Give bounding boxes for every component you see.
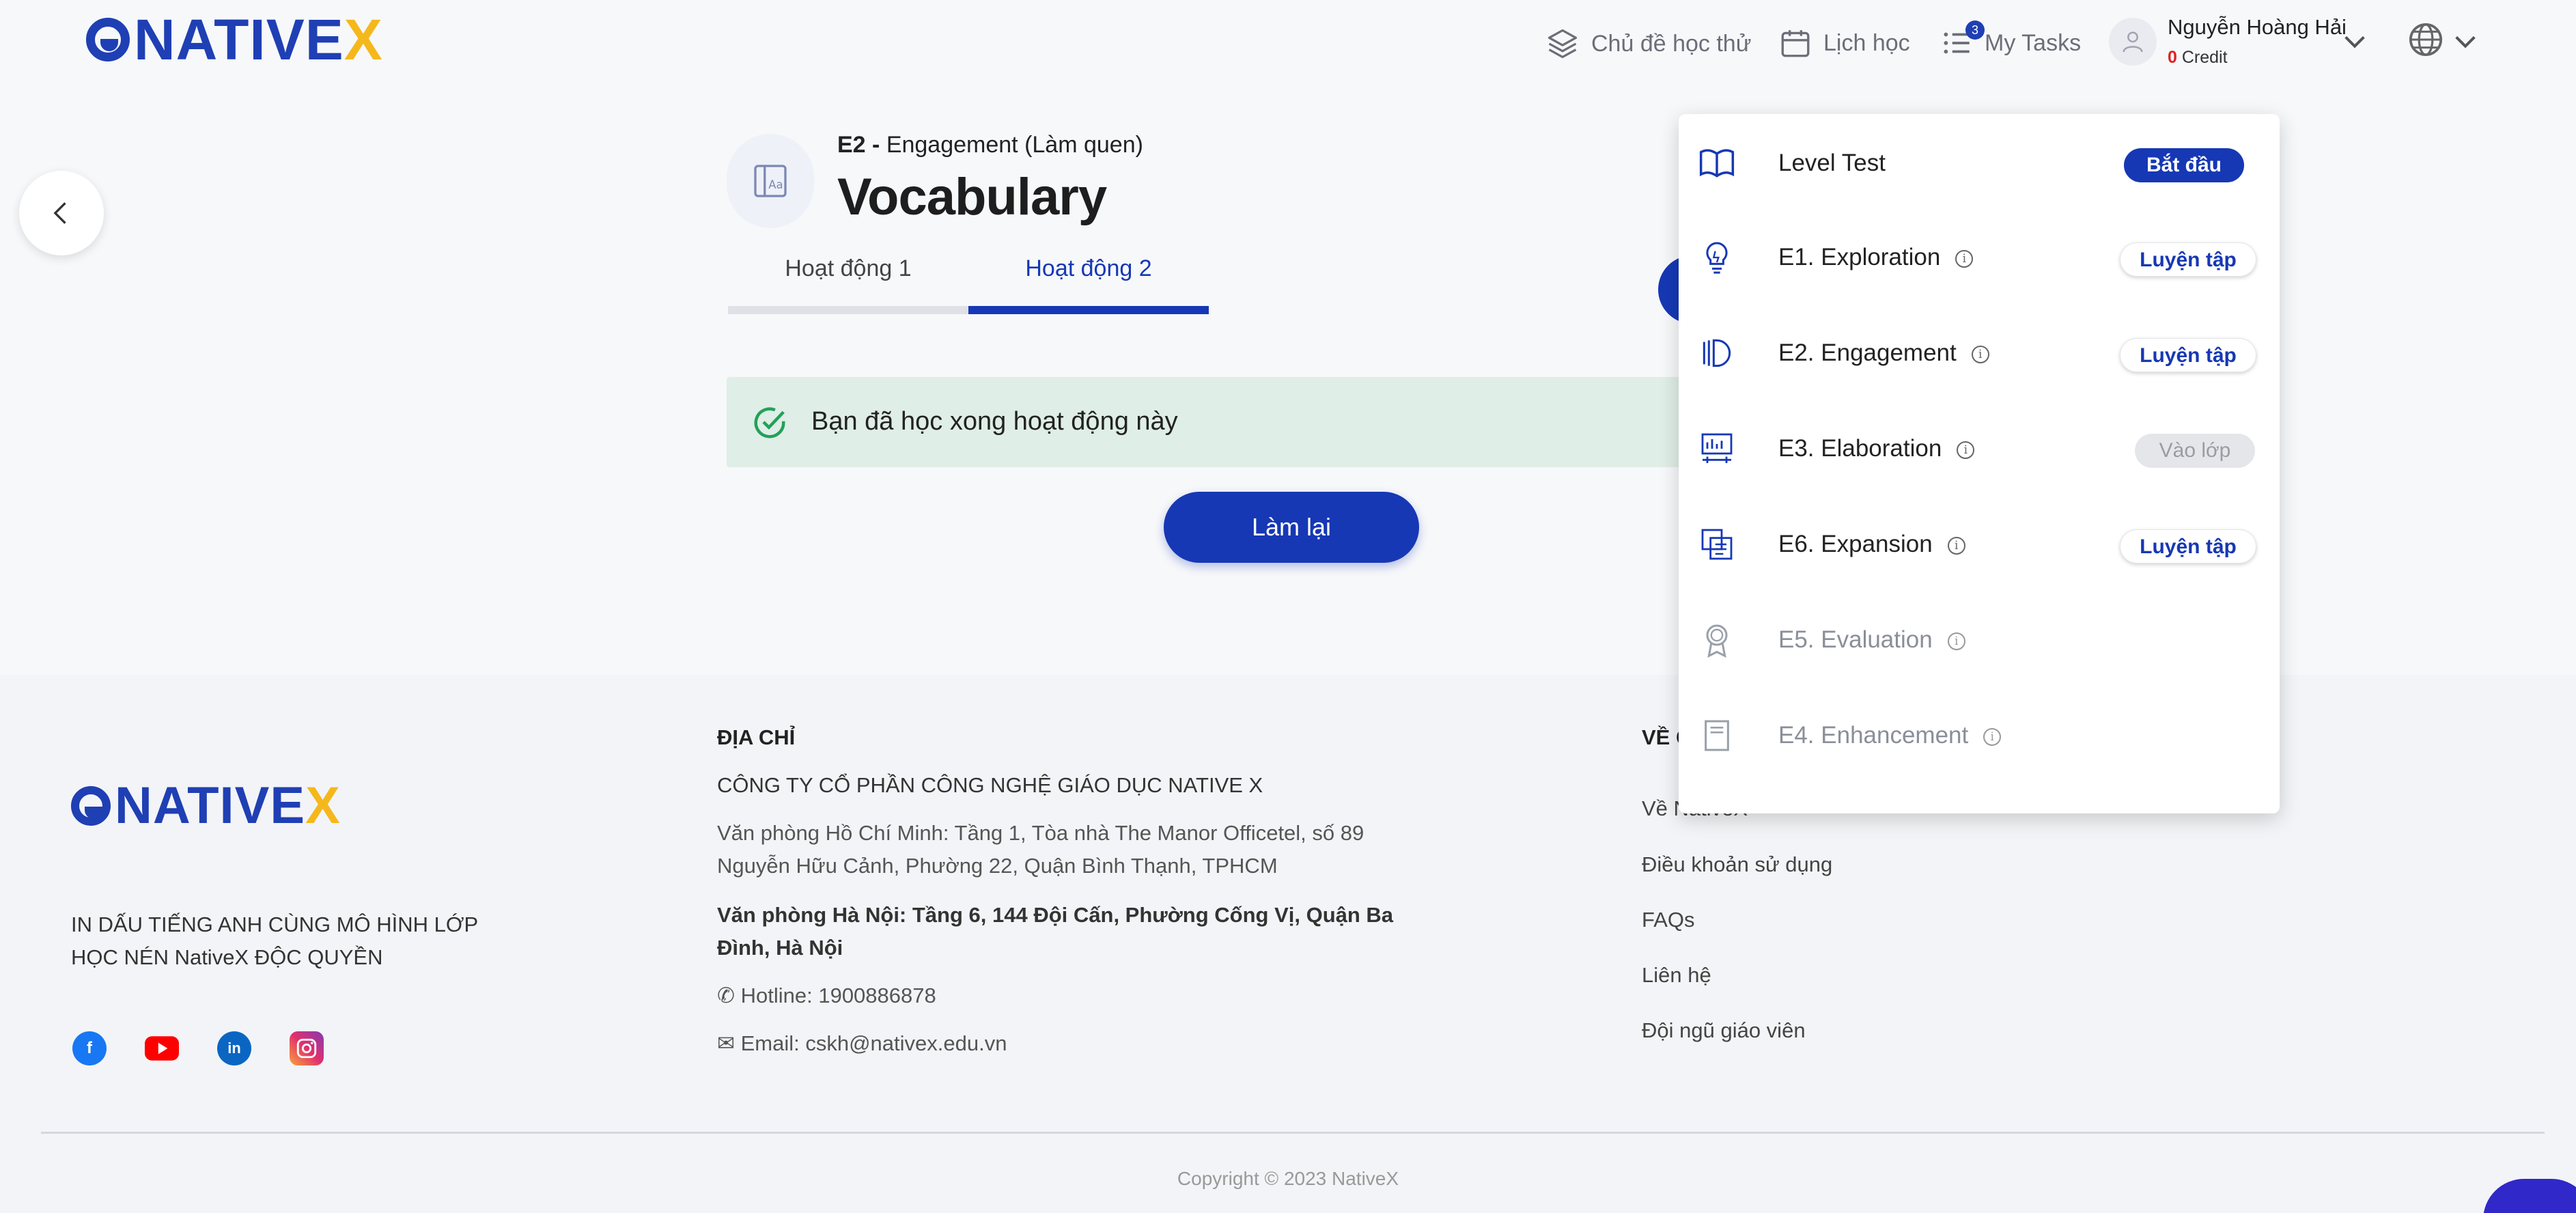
mail-icon: ✉ (717, 1031, 735, 1055)
check-circle-icon (754, 407, 785, 438)
footer-logo-text: NATIVEX (115, 777, 341, 835)
globe-icon[interactable] (2407, 20, 2445, 59)
footer-link-contact[interactable]: Liên hệ (1642, 963, 1711, 988)
hotline[interactable]: ✆ Hotline: 1900886878 (717, 979, 936, 1012)
dropdown-item-e6[interactable]: E6. Expansion i Luyện tập (1679, 510, 2280, 578)
email[interactable]: ✉ Email: cskh@nativex.edu.vn (717, 1027, 1007, 1060)
phone-icon: ✆ (717, 984, 735, 1007)
address-heading: ĐỊA CHỈ (717, 725, 796, 749)
award-medal-icon (1706, 624, 1728, 658)
classroom-board-icon (1701, 433, 1733, 463)
user-name[interactable]: Nguyễn Hoàng Hải (2168, 15, 2347, 40)
book-bookmark-icon (1703, 339, 1731, 367)
nativex-logo[interactable]: NATIVEX (86, 11, 383, 68)
dropdown-item-label: E6. Expansion i (1778, 531, 1965, 558)
footer-link-teachers[interactable]: Đội ngũ giáo viên (1642, 1018, 1806, 1043)
facebook-icon[interactable]: f (72, 1031, 107, 1065)
dropdown-item-label: E5. Evaluation i (1778, 626, 1965, 654)
tasks-count-badge: 3 (1965, 20, 1985, 40)
language-chevron-icon[interactable] (2452, 31, 2479, 52)
completion-alert: Bạn đã học xong hoạt động này (727, 377, 1696, 467)
instagram-icon[interactable] (290, 1031, 324, 1065)
footer-logo[interactable]: NATIVEX (71, 780, 341, 832)
nav-schedule-label: Lịch học (1823, 29, 1910, 56)
nav-trial-topics[interactable]: Chủ đề học thử (1545, 26, 1751, 61)
user-credit: 0 Credit (2168, 48, 2228, 67)
practice-button[interactable]: Luyện tập (2120, 242, 2256, 277)
documents-stack-icon (1701, 529, 1733, 560)
nav-my-tasks-label: My Tasks (1985, 29, 2082, 56)
dropdown-item-label: E3. Elaboration i (1778, 435, 1975, 462)
notebook-icon (1705, 720, 1729, 751)
info-icon[interactable]: i (1947, 632, 1965, 650)
tab-activity-1[interactable]: Hoạt động 1 (728, 255, 968, 282)
tab-activity-1-indicator (728, 306, 968, 314)
nav-schedule[interactable]: Lịch học (1778, 26, 1910, 60)
dropdown-item-level-test[interactable]: Level Test Bắt đầu (1679, 129, 2280, 197)
nav-trial-topics-label: Chủ đề học thử (1591, 30, 1752, 57)
info-icon[interactable]: i (1971, 346, 1989, 363)
vocabulary-book-icon: Aa (727, 134, 814, 228)
dropdown-item-label: E4. Enhancement i (1778, 722, 2002, 749)
footer-divider (41, 1132, 2545, 1134)
calendar-icon (1781, 30, 1810, 57)
dropdown-item-e2[interactable]: E2. Engagement i Luyện tập (1679, 319, 2280, 387)
completion-message: Bạn đã học xong hoạt động này (811, 407, 1178, 436)
tab-activity-2-indicator (968, 306, 1209, 314)
footer-slogan: IN DẤU TIẾNG ANH CÙNG MÔ HÌNH LỚP HỌC NÉN… (71, 912, 479, 969)
chevron-down-icon[interactable] (2341, 31, 2368, 52)
open-book-icon (1699, 149, 1735, 178)
company-name: CÔNG TY CỔ PHẦN CÔNG NGHỆ GIÁO DỤC NATIV… (717, 773, 1263, 797)
page-title: Vocabulary (837, 168, 1107, 226)
footer-link-faqs[interactable]: FAQs (1642, 908, 1695, 932)
logo-mark-icon (86, 18, 130, 61)
lesson-phase: E2 - Engagement (Làm quen) (837, 132, 1143, 158)
dropdown-item-e1[interactable]: E1. Exploration i Luyện tập (1679, 223, 2280, 292)
join-class-button[interactable]: Vào lớp (2135, 434, 2255, 468)
header-bar: NATIVEX Chủ đề học thử Lịch học My Tasks… (0, 0, 2576, 98)
dropdown-item-e5[interactable]: E5. Evaluation i (1679, 606, 2280, 674)
dropdown-item-label: E2. Engagement i (1778, 339, 1989, 367)
dropdown-item-e4[interactable]: E4. Enhancement i (1679, 701, 2280, 770)
chevron-left-icon (53, 202, 66, 224)
avatar[interactable] (2109, 18, 2157, 66)
dropdown-item-label: E1. Exploration i (1778, 244, 1974, 271)
dropdown-item-label: Level Test (1778, 150, 1886, 176)
info-icon[interactable]: i (1983, 728, 2002, 746)
linkedin-icon[interactable]: in (217, 1031, 251, 1065)
hanoi-office: Văn phòng Hà Nội: Tầng 6, 144 Đội Cấn, P… (717, 903, 1394, 960)
hcm-office: Văn phòng Hồ Chí Minh: Tầng 1, Tòa nhà T… (717, 821, 1364, 878)
course-dropdown-panel: Level Test Bắt đầu E1. Exploration i Luyệ… (1679, 114, 2280, 813)
tab-activity-2[interactable]: Hoạt động 2 (968, 255, 1209, 282)
logo-text: NATIVEX (134, 8, 383, 72)
practice-button[interactable]: Luyện tập (2120, 529, 2256, 563)
info-icon[interactable]: i (1947, 537, 1965, 555)
dropdown-item-e3[interactable]: E3. Elaboration i Vào lớp (1679, 415, 2280, 483)
footer-link-terms[interactable]: Điều khoản sử dụng (1642, 852, 1832, 877)
back-button[interactable] (19, 171, 104, 255)
svg-text:Aa: Aa (768, 178, 783, 191)
nav-my-tasks[interactable]: My Tasks (1940, 26, 2081, 60)
copyright: Copyright © 2023 NativeX (1177, 1168, 1399, 1189)
layers-icon (1548, 29, 1578, 59)
start-button[interactable]: Bắt đầu (2124, 148, 2244, 182)
lightbulb-icon (1706, 242, 1728, 274)
practice-button[interactable]: Luyện tập (2120, 338, 2256, 372)
youtube-icon[interactable] (145, 1031, 179, 1065)
redo-button[interactable]: Làm lại (1164, 492, 1419, 563)
info-icon[interactable]: i (1957, 441, 1975, 459)
info-icon[interactable]: i (1955, 250, 1974, 268)
footer-logo-mark-icon (71, 786, 111, 826)
user-icon (2123, 31, 2143, 53)
